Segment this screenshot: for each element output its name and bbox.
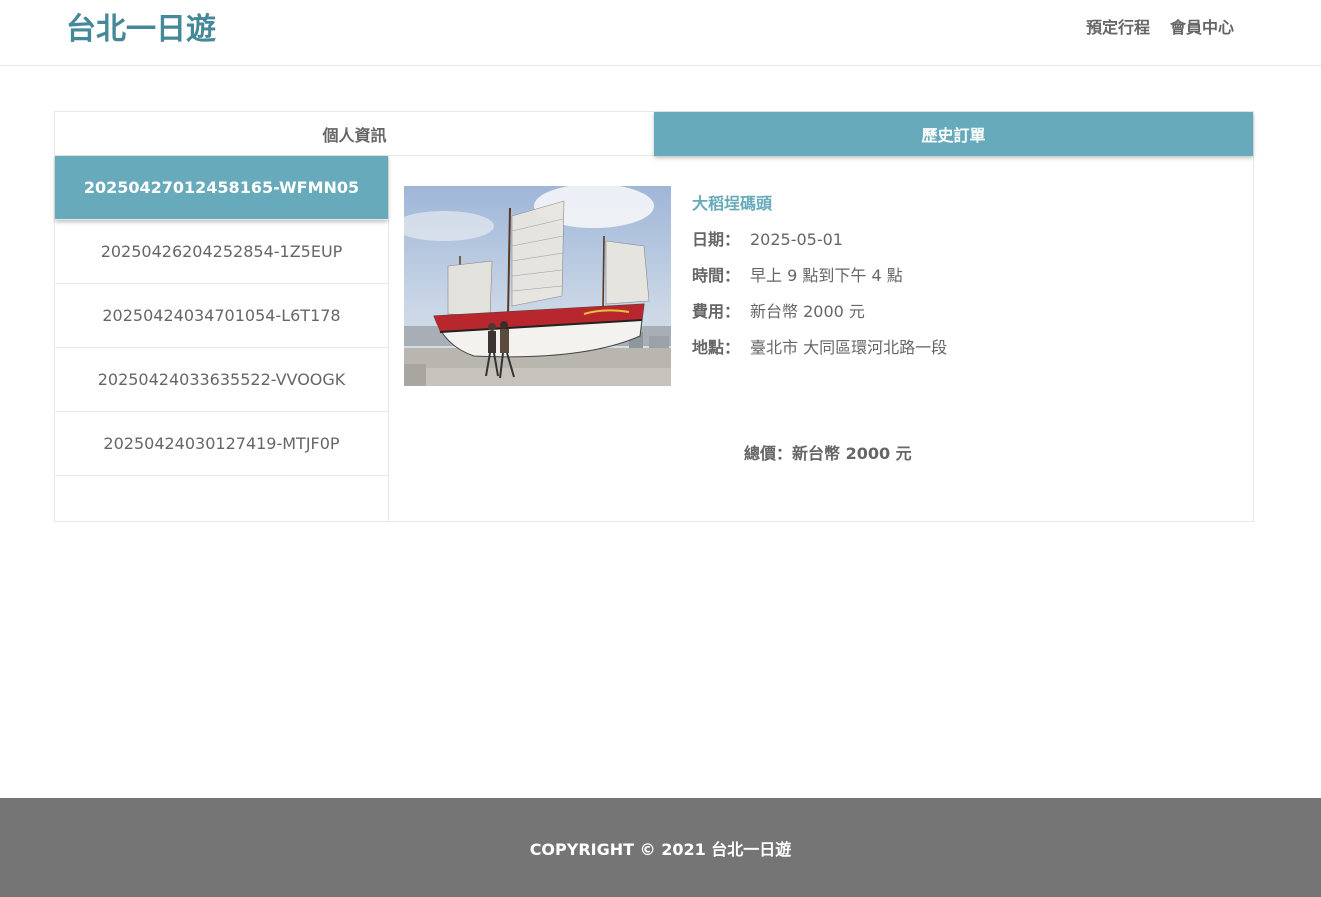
price-label: 費用：	[692, 302, 741, 321]
order-detail: 大稻埕碼頭 日期： 2025-05-01 時間： 早上 9 點到下午 4 點 費…	[390, 156, 1253, 521]
attraction-name[interactable]: 大稻埕碼頭	[692, 192, 947, 216]
date-label: 日期：	[692, 230, 741, 249]
nav-member-link[interactable]: 會員中心	[1170, 16, 1234, 40]
time-row: 時間： 早上 9 點到下午 4 點	[692, 264, 947, 288]
tab-order-history[interactable]: 歷史訂單	[654, 112, 1253, 156]
attraction-photo	[404, 186, 671, 386]
price-row: 費用： 新台幣 2000 元	[692, 300, 947, 324]
junk-ship-photo	[404, 186, 671, 386]
nav-booking-link[interactable]: 預定行程	[1086, 16, 1150, 40]
location-label: 地點：	[692, 338, 741, 357]
tab-profile[interactable]: 個人資訊	[55, 112, 654, 156]
time-label: 時間：	[692, 266, 741, 285]
page-footer: COPYRIGHT © 2021 台北一日遊	[0, 798, 1321, 897]
order-info: 大稻埕碼頭 日期： 2025-05-01 時間： 早上 9 點到下午 4 點 費…	[692, 192, 947, 372]
order-item[interactable]: 20250424034701054-L6T178	[55, 284, 388, 348]
copyright-text: COPYRIGHT © 2021 台北一日遊	[529, 839, 792, 859]
total-price: 總價：新台幣 2000 元	[744, 444, 912, 463]
price-value: 新台幣 2000 元	[750, 302, 865, 321]
member-tabs: 個人資訊 歷史訂單	[55, 112, 1253, 156]
date-row: 日期： 2025-05-01	[692, 228, 947, 252]
order-item[interactable]: 20250424030127419-MTJF0P	[55, 412, 388, 476]
order-list: 20250427012458165-WFMN05 202504262042528…	[55, 156, 389, 521]
order-item[interactable]: 20250427012458165-WFMN05	[55, 156, 388, 220]
order-item[interactable]: 20250426204252854-1Z5EUP	[55, 220, 388, 284]
location-value: 臺北市 大同區環河北路一段	[750, 338, 948, 357]
top-navbar: 台北一日遊 預定行程 會員中心	[0, 0, 1321, 66]
site-logo[interactable]: 台北一日遊	[66, 10, 216, 50]
order-item[interactable]: 20250424033635522-VVOOGK	[55, 348, 388, 412]
member-panel: 個人資訊 歷史訂單 20250427012458165-WFMN05 20250…	[54, 111, 1254, 522]
nav-links: 預定行程 會員中心	[1086, 16, 1234, 40]
date-value: 2025-05-01	[750, 230, 843, 249]
time-value: 早上 9 點到下午 4 點	[750, 266, 903, 285]
location-row: 地點： 臺北市 大同區環河北路一段	[692, 336, 947, 360]
